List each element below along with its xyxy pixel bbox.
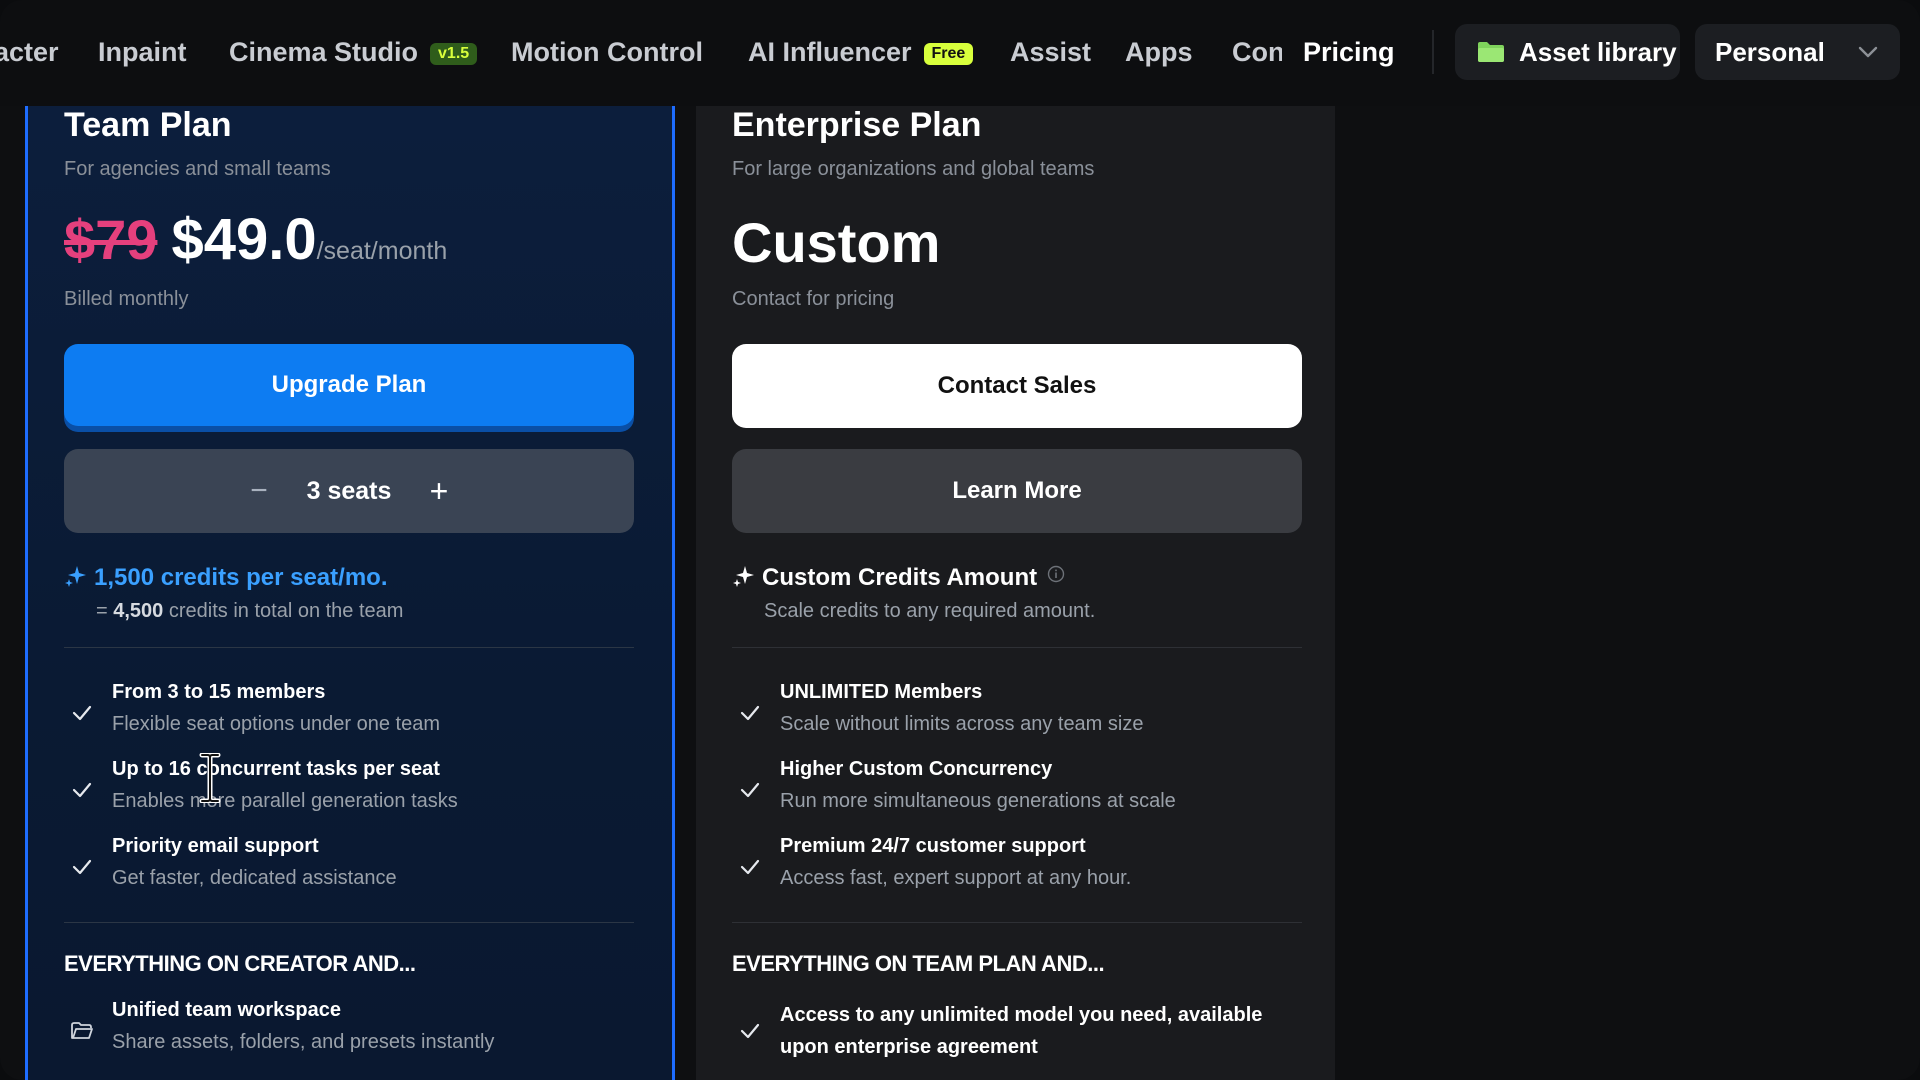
divider [64,922,634,923]
team-plan-card: Team Plan For agencies and small teams $… [25,106,675,1080]
feature-item: From 3 to 15 members Flexible seat optio… [64,681,644,747]
nav-item-character[interactable]: acter [0,34,59,70]
sparkle-icon [733,566,754,587]
contact-sales-button[interactable]: Contact Sales [732,344,1302,428]
credits-headline-text: Custom Credits Amount [762,564,1038,591]
increase-seats-button[interactable]: + [419,471,459,511]
upgrade-plan-button[interactable]: Upgrade Plan [64,344,634,426]
check-icon [740,705,760,721]
feature-title: Higher Custom Concurrency [780,758,1053,780]
chevron-down-icon [1858,46,1878,58]
feature-description: Access fast, expert support at any hour. [780,867,1132,889]
credits-total-value: 4,500 [113,600,164,622]
feature-description: Share assets, folders, and presets insta… [112,1031,495,1053]
feature-title: From 3 to 15 members [112,681,326,703]
nav-item-label: Assist [1010,37,1092,67]
feature-description: Scale without limits across any team siz… [780,713,1144,735]
check-icon [740,1023,760,1039]
check-icon [740,859,760,875]
check-icon [72,859,92,875]
asset-library-label: Asset library [1519,37,1677,67]
credits-total-suffix: credits in total on the team [163,600,404,622]
divider [732,922,1302,923]
section-heading: EVERYTHING ON CREATOR AND... [64,951,416,976]
asset-library-button[interactable]: Asset library [1455,24,1680,80]
section-heading: EVERYTHING ON TEAM PLAN AND... [732,951,1105,976]
feature-title: Up to 16 concurrent tasks per seat [112,758,440,780]
feature-item: Up to 16 concurrent tasks per seat Enabl… [64,758,644,824]
billing-note: Billed monthly [64,288,189,310]
nav-item-label: Apps [1125,37,1193,67]
nav-item-label: acter [0,37,59,67]
credits-total: = 4,500 credits in total on the team [96,600,403,623]
custom-price: Custom [732,211,941,274]
plan-subtitle: For large organizations and global teams [732,158,1095,180]
credits-total-prefix: = [96,600,114,622]
feature-title: Access to any unlimited model you need, … [780,1004,1263,1058]
feature-title: Premium 24/7 customer support [780,835,1086,857]
nav-item-pricing[interactable]: Pricing [1303,34,1395,70]
feature-item: Access to any unlimited model you need, … [732,999,1312,1069]
seat-stepper: 3 seats − + [64,449,634,533]
workspace-label: Personal [1715,37,1825,67]
feature-description: Flexible seat options under one team [112,713,440,735]
sparkle-icon [65,566,86,587]
feature-title: Unified team workspace [112,999,341,1021]
text-cursor-icon [199,753,221,803]
feature-item: UNLIMITED Members Scale without limits a… [732,681,1312,747]
check-icon [72,782,92,798]
nav-item-apps[interactable]: Apps [1125,34,1193,70]
feature-title: Priority email support [112,835,319,857]
check-icon [72,705,92,721]
workspace-selector[interactable]: Personal [1695,24,1900,80]
billing-note: Contact for pricing [732,288,895,310]
nav-item-cinema-studio[interactable]: Cinema Studio v1.5 [229,34,478,70]
nav-item-assist[interactable]: Assist [1010,34,1091,70]
nav-item-label: Motion Control [511,37,703,67]
original-price: $79 [64,208,158,271]
price-unit: /seat/month [316,237,448,265]
free-badge: Free [923,42,974,65]
feature-description: Run more simultaneous generations at sca… [780,790,1176,812]
nav-divider [1432,30,1434,74]
nav-item-ai-influencer[interactable]: AI Influencer Free [748,34,974,70]
learn-more-button[interactable]: Learn More [732,449,1302,533]
discounted-price: $49.0 [171,207,317,272]
credits-headline-text: 1,500 credits per seat/mo. [94,564,388,591]
feature-description: Enables more parallel generation tasks [112,790,458,812]
nav-item-label: Pricing [1303,37,1395,67]
feature-item: Higher Custom Concurrency Run more simul… [732,758,1312,824]
price-row: $79 $49.0/seat/month [64,206,447,276]
folder-icon [1478,42,1504,62]
nav-item-community[interactable]: Con [1232,34,1282,70]
feature-title: UNLIMITED Members [780,681,983,703]
credits-headline: 1,500 credits per seat/mo. [64,564,387,592]
credits-headline: Custom Credits Amount [732,564,1065,592]
feature-description: Get faster, dedicated assistance [112,867,397,889]
nav-item-label: Cinema Studio [229,37,419,67]
version-badge: v1.5 [430,42,478,65]
app-frame: acter Inpaint Cinema Studio v1.5 Motion C… [0,0,1920,1080]
nav-item-motion-control[interactable]: Motion Control [511,34,703,70]
divider [64,647,634,648]
plan-title: Enterprise Plan [732,106,982,144]
feature-item: Priority email support Get faster, dedic… [64,835,644,901]
divider [732,647,1302,648]
enterprise-plan-card: Enterprise Plan For large organizations … [696,106,1335,1080]
seat-count: 3 seats [306,477,392,505]
plan-title: Team Plan [64,106,232,144]
nav-item-label: Con [1232,37,1282,67]
feature-item: Unified team workspace Share assets, fol… [64,999,644,1065]
folder-open-icon [71,1022,93,1039]
plan-subtitle: For agencies and small teams [64,158,331,180]
info-icon[interactable] [1047,565,1065,583]
nav-item-label: AI Influencer [748,37,912,67]
decrease-seats-button[interactable]: − [239,471,279,511]
credits-sub: Scale credits to any required amount. [764,600,1096,622]
top-nav: acter Inpaint Cinema Studio v1.5 Motion C… [0,0,1920,106]
nav-item-inpaint[interactable]: Inpaint [98,34,187,70]
nav-item-label: Inpaint [98,37,187,67]
feature-item: Premium 24/7 customer support Access fas… [732,835,1312,901]
check-icon [740,782,760,798]
